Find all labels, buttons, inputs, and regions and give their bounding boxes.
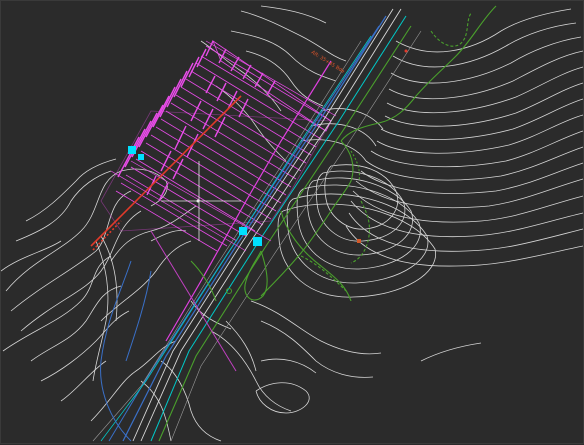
survey-point-west (128, 146, 136, 154)
cad-viewport[interactable]: Alt: 35+45 Bde (0, 0, 584, 444)
red-boundary-line (90, 95, 242, 251)
road-alignment (92, 8, 422, 442)
survey-point-center (239, 227, 247, 235)
cad-drawing-canvas[interactable]: Alt: 35+45 Bde (1, 1, 584, 445)
contour-lines (1, 5, 584, 442)
station-label: Alt: 35+45 Bde (310, 50, 346, 75)
crosshair-cursor (161, 161, 241, 241)
grading-lines (190, 5, 497, 302)
survey-point-east (253, 237, 262, 246)
utility-line-west (100, 260, 152, 442)
